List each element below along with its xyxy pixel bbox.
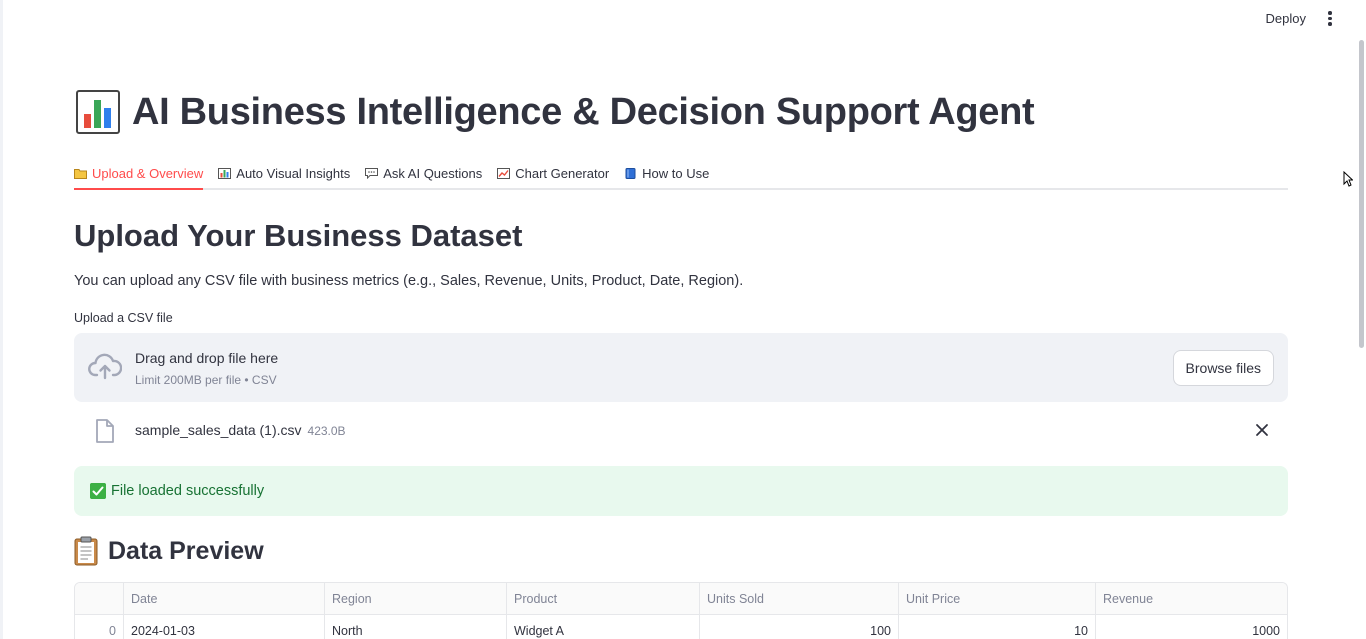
dropzone-instructions: Drag and drop file here <box>135 350 279 366</box>
mouse-cursor-icon <box>1343 171 1353 187</box>
success-message: File loaded successfully <box>111 483 265 499</box>
bar-chart-icon <box>76 90 120 134</box>
tab-label: Ask AI Questions <box>383 165 483 181</box>
folder-icon <box>74 168 87 179</box>
tab-how-to-use[interactable]: How to Use <box>624 158 709 188</box>
column-header-region[interactable]: Region <box>325 583 507 614</box>
table-cell-index[interactable]: 0 <box>75 615 124 639</box>
check-mark-icon <box>90 483 106 499</box>
uploaded-file-size: 423.0B <box>307 424 346 438</box>
tab-upload-overview[interactable]: Upload & Overview <box>74 158 204 190</box>
file-dropzone[interactable]: Drag and drop file here Limit 200MB per … <box>74 333 1288 402</box>
upload-heading: Upload Your Business Dataset <box>74 218 523 253</box>
table-header-row: Date Region Product Units Sold Unit Pric… <box>75 583 1287 615</box>
column-header-index[interactable] <box>75 583 124 614</box>
file-icon <box>96 419 114 443</box>
column-header-units-sold[interactable]: Units Sold <box>700 583 899 614</box>
table-cell-units-sold[interactable]: 100 <box>700 615 899 639</box>
column-header-date[interactable]: Date <box>124 583 325 614</box>
page-title: AI Business Intelligence & Decision Supp… <box>132 90 1035 133</box>
table-cell-unit-price[interactable]: 10 <box>899 615 1096 639</box>
column-header-revenue[interactable]: Revenue <box>1096 583 1287 614</box>
table-row: 0 2024-01-03 North Widget A 100 10 1000 <box>75 615 1287 639</box>
column-header-product[interactable]: Product <box>507 583 700 614</box>
data-preview-table[interactable]: Date Region Product Units Sold Unit Pric… <box>74 582 1288 639</box>
line-chart-icon <box>497 167 511 179</box>
table-cell-region[interactable]: North <box>325 615 507 639</box>
data-preview-heading-row: Data Preview <box>74 536 264 566</box>
browse-files-button[interactable]: Browse files <box>1172 350 1274 386</box>
dropzone-limit: Limit 200MB per file • CSV <box>135 373 277 387</box>
upload-description: You can upload any CSV file with busines… <box>74 273 744 289</box>
uploaded-file-name: sample_sales_data (1).csv <box>135 422 302 438</box>
tab-ask-ai-questions[interactable]: Ask AI Questions <box>365 158 482 188</box>
tab-label: Auto Visual Insights <box>236 165 351 181</box>
scrollbar[interactable] <box>1359 40 1364 348</box>
column-header-unit-price[interactable]: Unit Price <box>899 583 1096 614</box>
speech-bubble-icon <box>365 167 379 179</box>
remove-file-icon[interactable] <box>1254 422 1270 438</box>
tab-label: How to Use <box>642 165 710 181</box>
tab-auto-visual-insights[interactable]: Auto Visual Insights <box>218 158 350 188</box>
page-title-row: AI Business Intelligence & Decision Supp… <box>76 90 1035 134</box>
more-menu-icon[interactable] <box>1326 11 1334 29</box>
uploaded-file-info: sample_sales_data (1).csv 423.0B <box>135 422 346 438</box>
cloud-upload-icon <box>88 353 122 380</box>
tab-chart-generator[interactable]: Chart Generator <box>497 158 609 188</box>
table-cell-product[interactable]: Widget A <box>507 615 700 639</box>
data-preview-heading: Data Preview <box>108 536 264 565</box>
table-cell-revenue[interactable]: 1000 <box>1096 615 1287 639</box>
deploy-button[interactable]: Deploy <box>1266 11 1306 26</box>
tab-label: Chart Generator <box>515 165 610 181</box>
left-edge <box>0 0 3 639</box>
tab-label: Upload & Overview <box>92 165 204 181</box>
bar-chart-icon <box>218 167 232 179</box>
success-alert: File loaded successfully <box>74 466 1288 516</box>
uploaded-file-row: sample_sales_data (1).csv 423.0B <box>74 414 1288 448</box>
table-cell-date[interactable]: 2024-01-03 <box>124 615 325 639</box>
top-toolbar: Deploy <box>0 0 1366 40</box>
tab-bar: Upload & Overview Auto Visual Insights A… <box>74 158 1288 190</box>
clipboard-icon <box>74 536 98 566</box>
file-uploader-label: Upload a CSV file <box>74 311 173 325</box>
book-icon <box>625 167 636 179</box>
